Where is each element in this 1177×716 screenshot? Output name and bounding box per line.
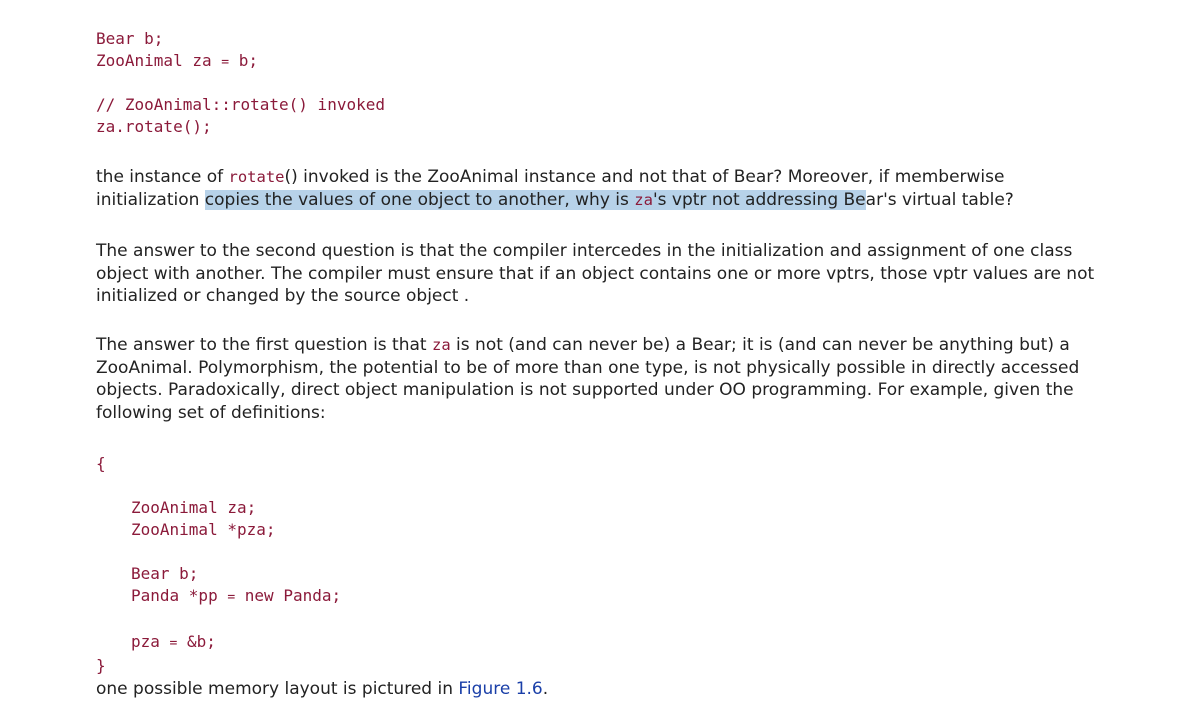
code-line-rotate-call: za.rotate(); [96,117,212,136]
code-comment: // ZooAnimal::rotate() invoked [96,95,385,114]
code-line-zooanimal-za: ZooAnimal za; [131,498,257,517]
code-line-pza-assign: pza = &b; [131,632,216,651]
code-line-bear-declaration: Bear b; [96,29,164,48]
code-open-brace: { [96,454,106,473]
inline-code-rotate: rotate [228,168,285,186]
paragraph-first-answer: The answer to the first question is that… [96,335,1080,423]
paragraph-second-answer: The answer to the second question is tha… [96,241,1095,306]
inline-code-za: za [431,336,451,354]
code-line-bear-b: Bear b; [131,564,199,583]
paragraph-rotate-question: the instance of rotate() invoked is the … [96,167,1014,210]
text-selection-highlight[interactable]: copies the values of one object to anoth… [204,189,866,210]
code-close-brace: } [96,656,106,675]
code-listing-rotate-call: // ZooAnimal::rotate() invoked za.rotate… [96,94,385,138]
code-line-panda-pp: Panda *pp = new Panda; [131,586,342,605]
paragraph-memory-layout: one possible memory layout is pictured i… [96,679,549,699]
figure-link[interactable]: Figure 1.6 [458,679,542,699]
code-listing-definitions: { ZooAnimal za; ZooAnimal *pza; Bear b; … [96,453,341,677]
code-line-zooanimal-init: ZooAnimal za = b; [96,51,258,70]
inline-code-za: za [634,190,653,209]
code-line-zooanimal-pza: ZooAnimal *pza; [131,520,276,539]
code-listing-bear-assignment: Bear b; ZooAnimal za = b; [96,28,258,74]
